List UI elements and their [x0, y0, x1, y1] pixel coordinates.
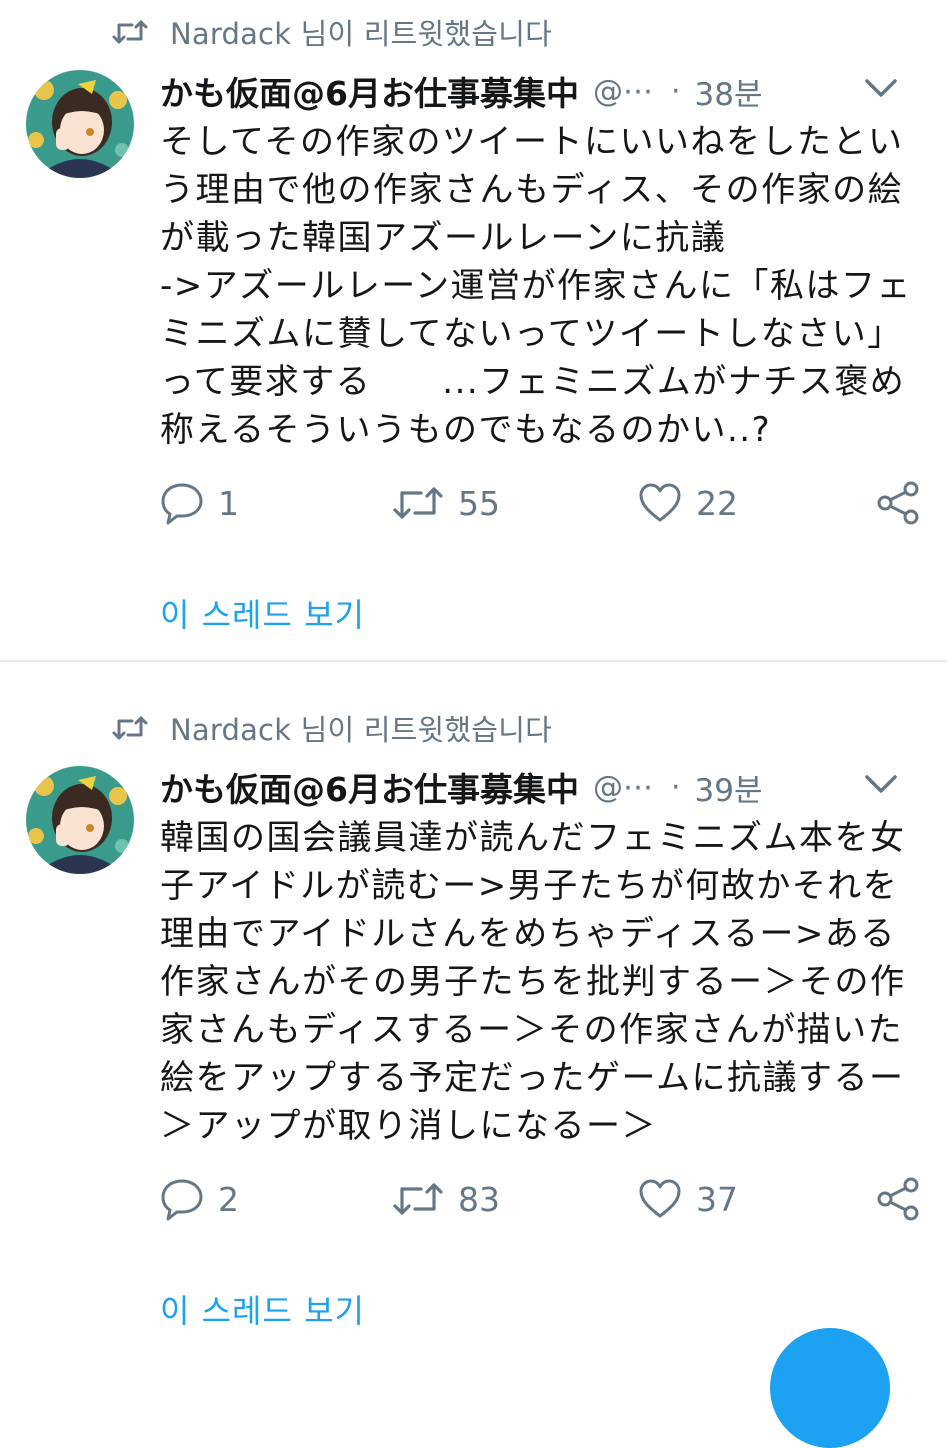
- tweet-text: そしてその作家のツイートにいいねをしたという理由で他の作家さんもディス、その作家…: [160, 122, 913, 450]
- retweet-count: 55: [458, 483, 500, 523]
- retweet-icon: [393, 487, 443, 519]
- like-count: 22: [696, 483, 738, 523]
- retweet-button[interactable]: 83: [392, 1172, 500, 1226]
- share-icon: [877, 1177, 919, 1221]
- tweet-actions: 1 55 22: [160, 476, 930, 530]
- view-thread-link[interactable]: 이 스레드 보기: [160, 1286, 365, 1332]
- retweeted-by-text: Nardack 님이 리트윗했습니다: [170, 17, 552, 51]
- share-button[interactable]: [876, 476, 922, 530]
- heart-icon: [639, 1179, 681, 1218]
- like-button[interactable]: 22: [638, 476, 738, 530]
- avatar[interactable]: [26, 70, 134, 178]
- retweet-icon: [112, 716, 148, 740]
- chevron-down-icon[interactable]: [864, 772, 898, 796]
- heart-icon: [639, 483, 681, 522]
- author-name[interactable]: かも仮面@6月お仕事募集中: [160, 763, 579, 811]
- reply-button[interactable]: 2: [160, 1172, 239, 1226]
- tweet[interactable]: Nardack 님이 리트윗했습니다 かも仮面@6月お仕事募集中 @⋯ · 38…: [0, 0, 947, 660]
- retweet-count: 83: [458, 1179, 500, 1219]
- compose-tweet-button[interactable]: [770, 1328, 890, 1448]
- tweet-header: かも仮面@6月お仕事募集中 @⋯ · 39분: [160, 764, 920, 810]
- author-handle[interactable]: @⋯: [593, 74, 653, 109]
- tweet-time[interactable]: 38분: [695, 69, 763, 114]
- reply-count: 2: [218, 1179, 239, 1219]
- tweet-header: かも仮面@6月お仕事募集中 @⋯ · 38분: [160, 68, 920, 114]
- reply-icon: [161, 483, 203, 525]
- separator-dot: ·: [670, 73, 681, 109]
- tweet[interactable]: Nardack 님이 리트윗했습니다 かも仮面@6月お仕事募集中 @⋯ · 39…: [0, 662, 947, 1357]
- chevron-down-icon[interactable]: [864, 76, 898, 100]
- retweeted-by-text: Nardack 님이 리트윗했습니다: [170, 713, 552, 747]
- retweet-indicator: Nardack 님이 리트윗했습니다: [112, 14, 552, 51]
- like-count: 37: [696, 1179, 738, 1219]
- author-name[interactable]: かも仮面@6月お仕事募集中: [160, 67, 579, 115]
- share-icon: [877, 481, 919, 525]
- share-button[interactable]: [876, 1172, 922, 1226]
- reply-button[interactable]: 1: [160, 476, 239, 530]
- view-thread-link[interactable]: 이 스레드 보기: [160, 590, 365, 636]
- tweet-text: 韓国の国会議員達が読んだフェミニズム本を女子アイドルが読むー>男子たちが何故かそ…: [160, 818, 906, 1146]
- author-handle[interactable]: @⋯: [593, 770, 653, 805]
- retweet-button[interactable]: 55: [392, 476, 500, 530]
- reply-count: 1: [218, 483, 239, 523]
- avatar[interactable]: [26, 766, 134, 874]
- reply-icon: [161, 1179, 203, 1221]
- tweet-actions: 2 83 37: [160, 1172, 930, 1226]
- like-button[interactable]: 37: [638, 1172, 738, 1226]
- tweet-time[interactable]: 39분: [695, 765, 763, 810]
- retweet-indicator: Nardack 님이 리트윗했습니다: [112, 710, 552, 747]
- retweet-icon: [112, 20, 148, 44]
- separator-dot: ·: [670, 769, 681, 805]
- retweet-icon: [393, 1183, 443, 1215]
